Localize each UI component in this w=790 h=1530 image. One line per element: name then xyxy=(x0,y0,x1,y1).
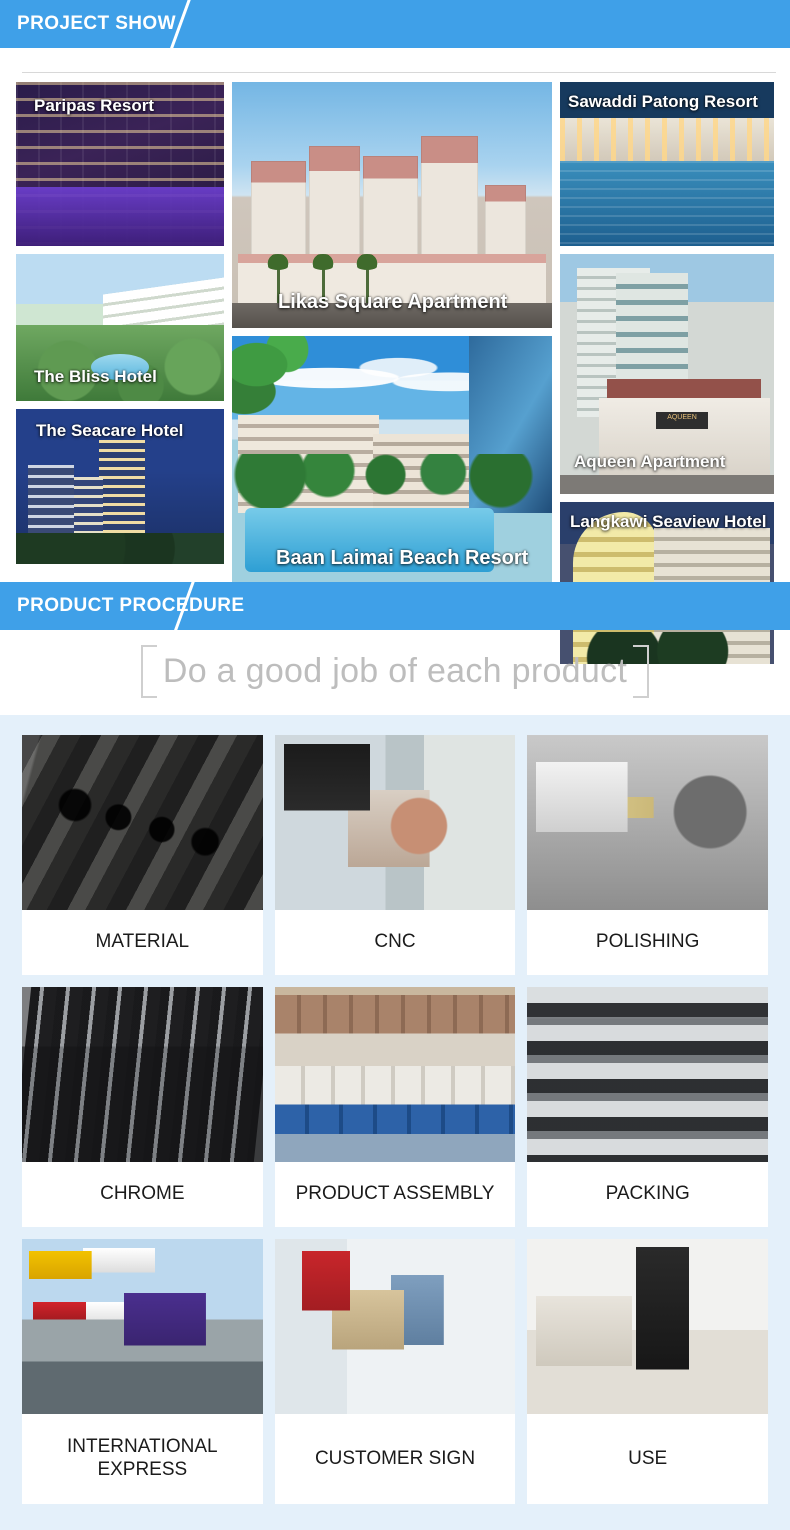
procedure-photo-material xyxy=(22,735,263,910)
project-caption: Baan Laimai Beach Resort xyxy=(276,547,529,569)
project-caption: Aqueen Apartment xyxy=(574,452,726,471)
project-card-sawaddi[interactable]: Sawaddi Patong Resort xyxy=(560,82,774,246)
procedure-grid: MATERIAL CNC POLISHING CHROME PRODUCT AS… xyxy=(22,735,768,1504)
procedure-card-label: INTERNATIONAL EXPRESS xyxy=(22,1414,263,1504)
project-show-section: Paripas Resort Likas Square Apartment Sa… xyxy=(0,72,790,664)
project-caption: Langkawi Seaview Hotel xyxy=(570,512,767,531)
procedure-card-use[interactable]: USE xyxy=(527,1239,768,1504)
project-caption: Sawaddi Patong Resort xyxy=(568,92,758,111)
procedure-card-packing[interactable]: PACKING xyxy=(527,987,768,1227)
project-card-bliss[interactable]: The Bliss Hotel xyxy=(16,254,224,401)
project-photo-baan xyxy=(232,336,552,582)
project-card-seacare[interactable]: The Seacare Hotel xyxy=(16,409,224,564)
procedure-card-label: POLISHING xyxy=(527,910,768,975)
aqueen-signage: AQUEEN xyxy=(656,412,708,430)
procedure-card-international-express[interactable]: INTERNATIONAL EXPRESS xyxy=(22,1239,263,1504)
project-gallery: Paripas Resort Likas Square Apartment Sa… xyxy=(16,82,774,664)
product-procedure-banner: PRODUCT PROCEDURE xyxy=(0,582,790,630)
procedure-card-polishing[interactable]: POLISHING xyxy=(527,735,768,975)
section-divider xyxy=(22,72,776,73)
procedure-card-label: CHROME xyxy=(22,1162,263,1227)
procedure-photo-international-express xyxy=(22,1239,263,1414)
project-show-banner: PROJECT SHOW xyxy=(0,0,790,48)
procedure-slogan: Do a good job of each product xyxy=(140,645,650,698)
procedure-card-label: PRODUCT ASSEMBLY xyxy=(274,1162,516,1227)
project-caption: The Seacare Hotel xyxy=(36,421,184,440)
procedure-photo-cnc xyxy=(274,735,516,910)
project-card-aqueen[interactable]: AQUEEN Aqueen Apartment xyxy=(560,254,774,494)
procedure-card-label: CNC xyxy=(274,910,516,975)
procedure-photo-use xyxy=(527,1239,768,1414)
procedure-photo-chrome xyxy=(22,987,263,1162)
procedure-card-cnc[interactable]: CNC xyxy=(274,735,516,975)
procedure-card-label: PACKING xyxy=(527,1162,768,1227)
product-procedure-banner-label: PRODUCT PROCEDURE xyxy=(17,595,245,616)
procedure-card-product-assembly[interactable]: PRODUCT ASSEMBLY xyxy=(274,987,516,1227)
procedure-photo-packing xyxy=(527,987,768,1162)
project-show-banner-label: PROJECT SHOW xyxy=(17,13,176,34)
project-caption: Paripas Resort xyxy=(34,96,154,115)
procedure-photo-customer-sign xyxy=(274,1239,516,1414)
product-procedure-section: MATERIAL CNC POLISHING CHROME PRODUCT AS… xyxy=(0,715,790,1530)
project-caption: The Bliss Hotel xyxy=(34,367,157,386)
procedure-card-label: MATERIAL xyxy=(22,910,263,975)
procedure-photo-polishing xyxy=(527,735,768,910)
project-card-paripas[interactable]: Paripas Resort xyxy=(16,82,224,246)
procedure-card-chrome[interactable]: CHROME xyxy=(22,987,263,1227)
procedure-card-customer-sign[interactable]: CUSTOMER SIGN xyxy=(274,1239,516,1504)
procedure-card-label: CUSTOMER SIGN xyxy=(274,1414,516,1504)
procedure-card-material[interactable]: MATERIAL xyxy=(22,735,263,975)
project-card-baan[interactable]: Baan Laimai Beach Resort xyxy=(232,336,552,582)
procedure-photo-product-assembly xyxy=(274,987,516,1162)
procedure-card-label: USE xyxy=(527,1414,768,1504)
project-caption: Likas Square Apartment xyxy=(278,291,508,313)
project-card-likas[interactable]: Likas Square Apartment xyxy=(232,82,552,328)
